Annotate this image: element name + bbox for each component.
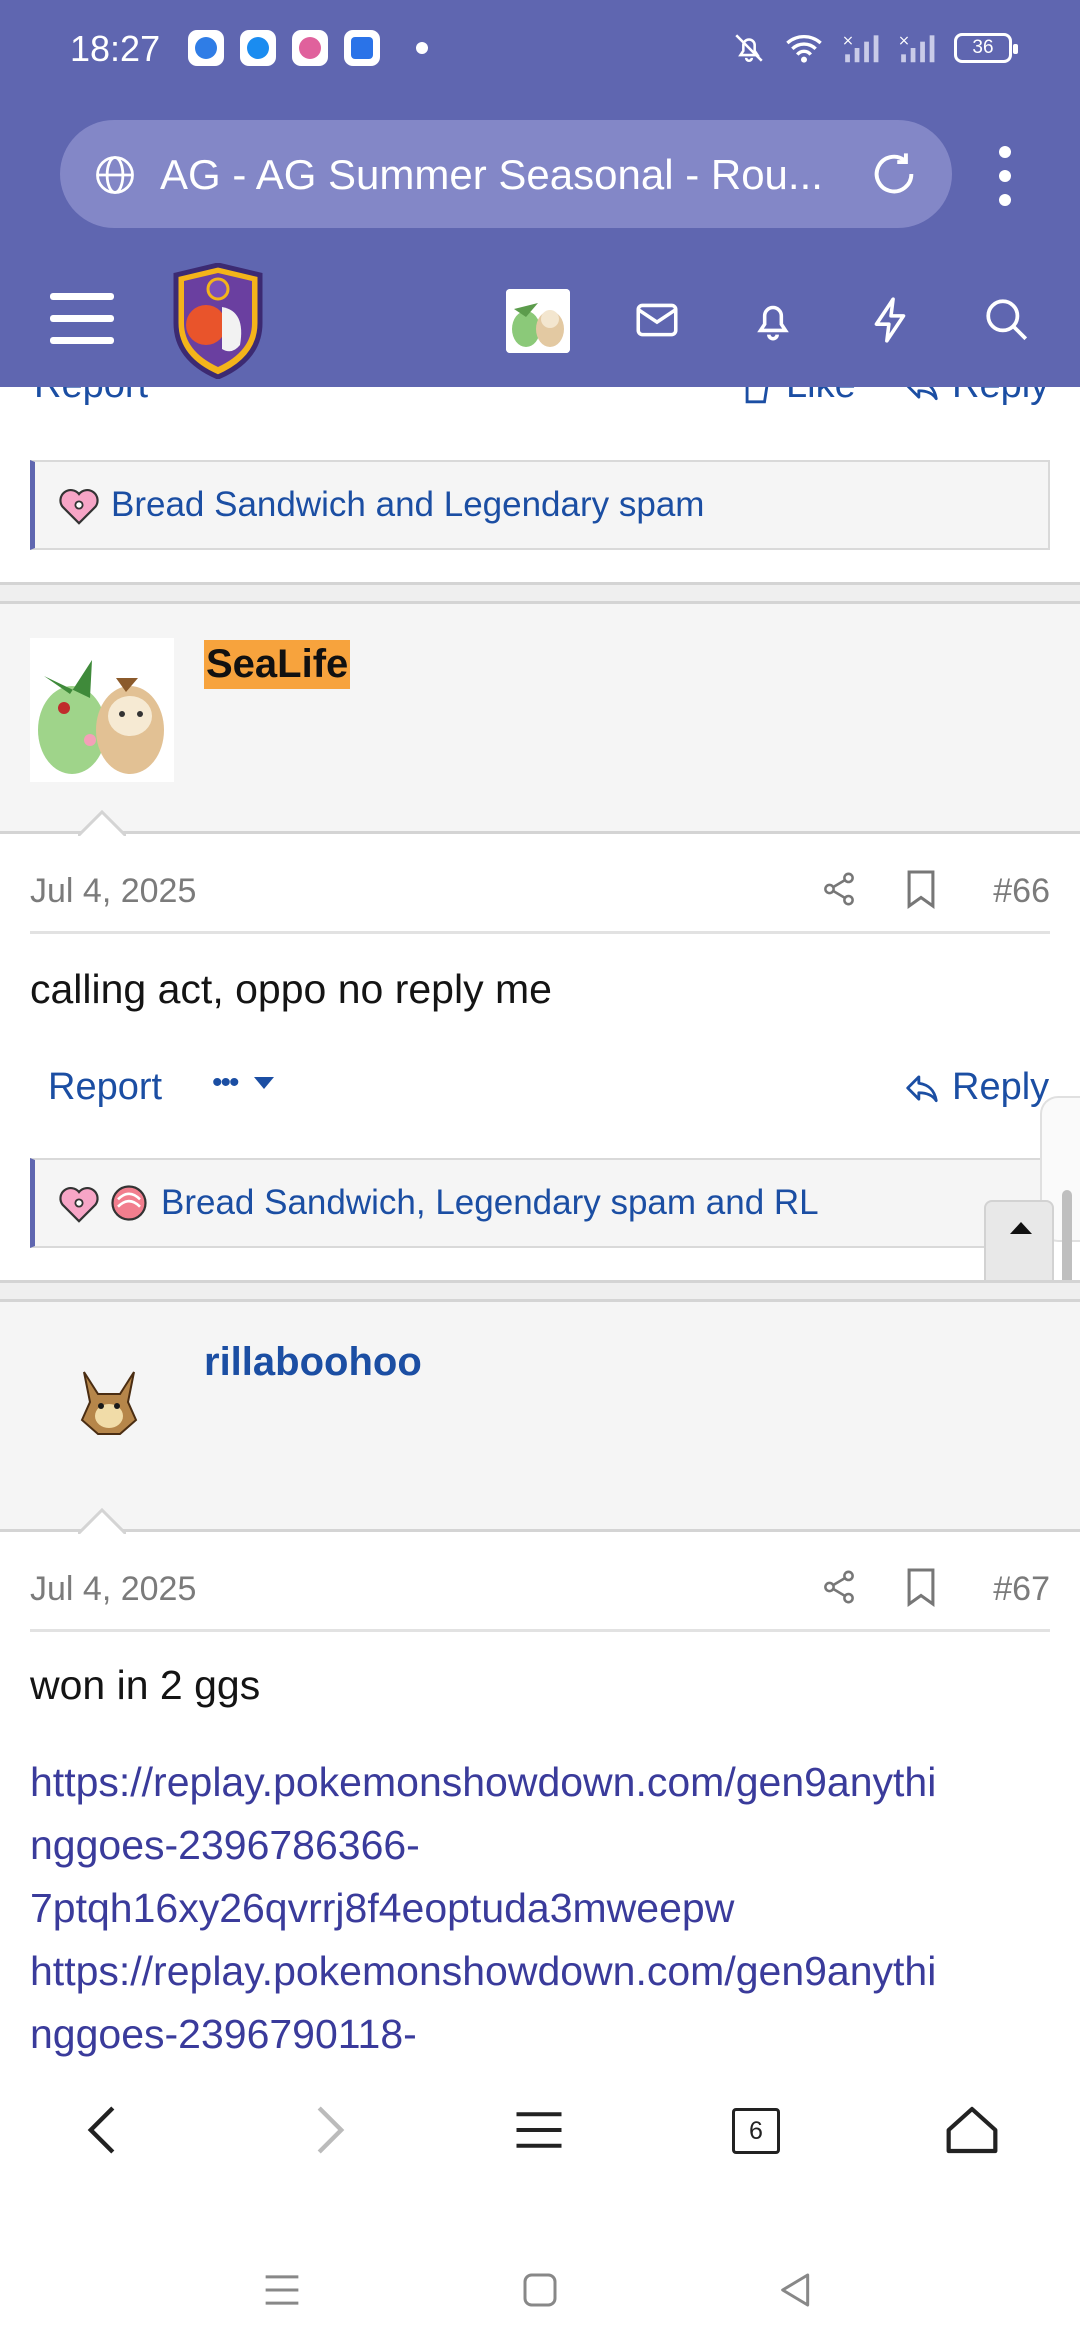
- svg-text:×: ×: [842, 33, 854, 49]
- post-user-block: SeaLife: [0, 604, 1080, 834]
- home-icon[interactable]: [944, 2102, 1000, 2158]
- browser-toolbar: 6: [0, 2062, 1080, 2212]
- app-icon-2: [240, 30, 276, 66]
- post-user-block: rillaboohoo: [0, 1302, 1080, 1532]
- globe-icon: [96, 156, 134, 194]
- signal-icon-2: ×: [898, 33, 935, 63]
- replay-link-line[interactable]: nggoes-2396786366-: [30, 1814, 1060, 1877]
- report-link[interactable]: Report: [48, 1066, 162, 1109]
- post-meta: Jul 4, 2025 #66: [30, 842, 1050, 934]
- forward-icon[interactable]: [306, 2102, 350, 2158]
- address-bar[interactable]: AG - AG Summer Seasonal - Rou...: [60, 120, 952, 228]
- bell-icon[interactable]: [748, 295, 798, 345]
- recent-apps-icon[interactable]: [262, 2272, 302, 2308]
- tab-count: 6: [749, 2116, 763, 2145]
- back-icon[interactable]: [82, 2102, 126, 2158]
- post-actions: Report ••• Reply: [0, 1062, 1080, 1122]
- heart-reaction-icon: [59, 489, 99, 525]
- more-label: •••: [212, 1066, 239, 1099]
- status-bar: 18:27 × × 36: [0, 0, 1080, 96]
- reactions-text: Bread Sandwich and Legendary spam: [111, 485, 705, 524]
- heart-reaction-icon: [59, 1187, 99, 1223]
- share-icon[interactable]: [820, 868, 858, 910]
- status-time: 18:27: [70, 28, 161, 69]
- post-number[interactable]: #67: [993, 1570, 1050, 1609]
- post-date[interactable]: Jul 4, 2025: [30, 1570, 196, 1609]
- post-date[interactable]: Jul 4, 2025: [30, 872, 196, 911]
- reply-icon: [906, 1074, 938, 1102]
- app-icon-3: [292, 30, 328, 66]
- username[interactable]: rillaboohoo: [204, 1340, 422, 1385]
- svg-text:×: ×: [898, 33, 910, 49]
- post-separator: [0, 1280, 1080, 1302]
- battery-level: 36: [972, 37, 994, 58]
- replay-link-line[interactable]: 7ptqh16xy26qvrrj8f4eoptuda3mweepw: [30, 1877, 1060, 1940]
- post-number[interactable]: #66: [993, 872, 1050, 911]
- notification-dot-icon: [416, 42, 428, 54]
- reply-button[interactable]: Reply: [902, 1066, 1049, 1109]
- reload-icon[interactable]: [868, 148, 920, 200]
- battery-icon: 36: [954, 33, 1018, 63]
- post-links: . https://replay.pokemonshowdown.com/gen…: [30, 1688, 1060, 2062]
- scroll-up-icon[interactable]: [1008, 1220, 1034, 1236]
- replay-link-line[interactable]: nggoes-2396790118-: [30, 2003, 1060, 2062]
- site-navbar: [0, 255, 1080, 387]
- legendary-reaction-icon: [111, 1185, 147, 1221]
- post-meta: Jul 4, 2025 #67: [30, 1540, 1050, 1632]
- signal-icon: ×: [842, 33, 879, 63]
- browser-menu-icon[interactable]: [994, 146, 1016, 206]
- home-button-icon[interactable]: [520, 2270, 560, 2310]
- caret-down-icon: [253, 1077, 274, 1089]
- bookmark-icon[interactable]: [904, 868, 938, 910]
- system-navigation-bar: [0, 2212, 1080, 2340]
- hamburger-menu-icon[interactable]: [50, 293, 114, 345]
- wifi-icon: [786, 35, 822, 63]
- menu-icon[interactable]: [512, 2102, 566, 2158]
- app-icon-1: [188, 30, 224, 66]
- mute-icon: [735, 34, 763, 62]
- post-arrow: [78, 810, 126, 836]
- mail-icon[interactable]: [632, 295, 682, 345]
- app-icon-4: [344, 30, 380, 66]
- back-button-icon[interactable]: [776, 2270, 816, 2310]
- reactions-bar[interactable]: Bread Sandwich and Legendary spam: [30, 460, 1050, 550]
- site-logo[interactable]: [168, 263, 268, 379]
- browser-header: 18:27 × × 36 AG - AG Summer Seasonal - R…: [0, 0, 1080, 387]
- reactions-bar[interactable]: Bread Sandwich, Legendary spam and RL: [30, 1158, 1050, 1248]
- page-title: AG - AG Summer Seasonal - Rou...: [160, 151, 823, 198]
- post-body: calling act, oppo no reply me: [30, 966, 552, 1012]
- user-avatar-rillaboohoo[interactable]: [76, 1368, 142, 1440]
- more-options-button[interactable]: •••: [212, 1066, 276, 1100]
- post-arrow: [78, 1508, 126, 1534]
- username[interactable]: SeaLife: [204, 640, 351, 689]
- status-indicators: × × 36: [732, 26, 1018, 70]
- user-avatar-sealife[interactable]: [30, 638, 174, 782]
- replay-link-line[interactable]: https://replay.pokemonshowdown.com/gen9a…: [30, 1751, 1060, 1814]
- reactions-text: Bread Sandwich, Legendary spam and RL: [161, 1183, 819, 1222]
- share-icon[interactable]: [820, 1566, 858, 1608]
- reply-label: Reply: [952, 1066, 1050, 1108]
- search-icon[interactable]: [982, 295, 1032, 345]
- tabs-button[interactable]: 6: [732, 2108, 780, 2154]
- replay-link-line[interactable]: https://replay.pokemonshowdown.com/gen9a…: [30, 1940, 1060, 2003]
- post-separator: [0, 582, 1080, 604]
- bookmark-icon[interactable]: [904, 1566, 938, 1608]
- user-avatar[interactable]: [506, 289, 570, 353]
- lightning-icon[interactable]: [866, 295, 916, 345]
